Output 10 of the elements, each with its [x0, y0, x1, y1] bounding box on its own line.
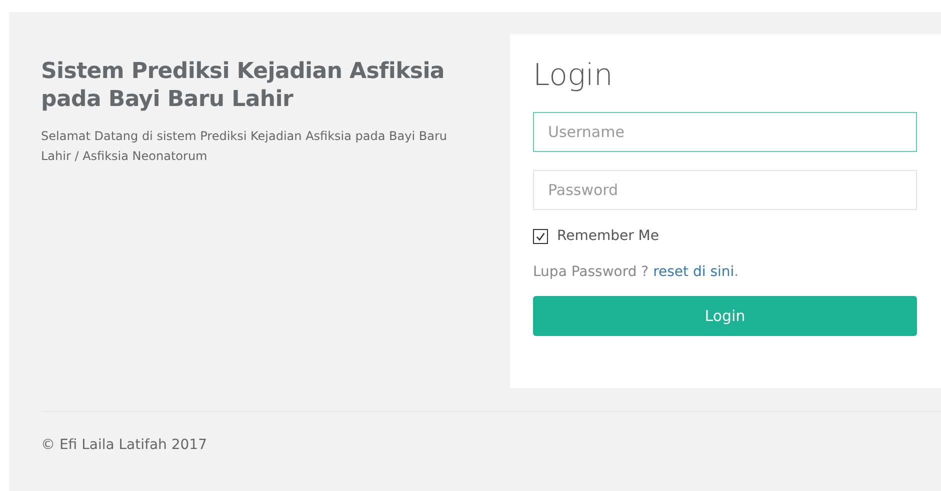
reset-link[interactable]: reset di sini [653, 264, 734, 280]
remember-label: Remember Me [557, 228, 659, 244]
copyright-text: © Efi Laila Latifah 2017 [41, 437, 208, 453]
input-field[interactable]: Username [533, 112, 917, 152]
login-title: Login [533, 57, 614, 95]
login-button[interactable]: Login [533, 296, 917, 336]
page-title: Sistem Prediksi Kejadian Asfiksia pada Bayi Baru Lahir [41, 58, 446, 114]
welcome-text: Selamat Datang di sistem Prediksi Kejadian Asfiksia pada Bayi Baru Lahir / Asfiksia Neonatorum [41, 128, 448, 165]
remember-checkbox[interactable] [533, 228, 548, 244]
forgot-password-text: Lupa Password ? reset di sini. [533, 264, 740, 280]
